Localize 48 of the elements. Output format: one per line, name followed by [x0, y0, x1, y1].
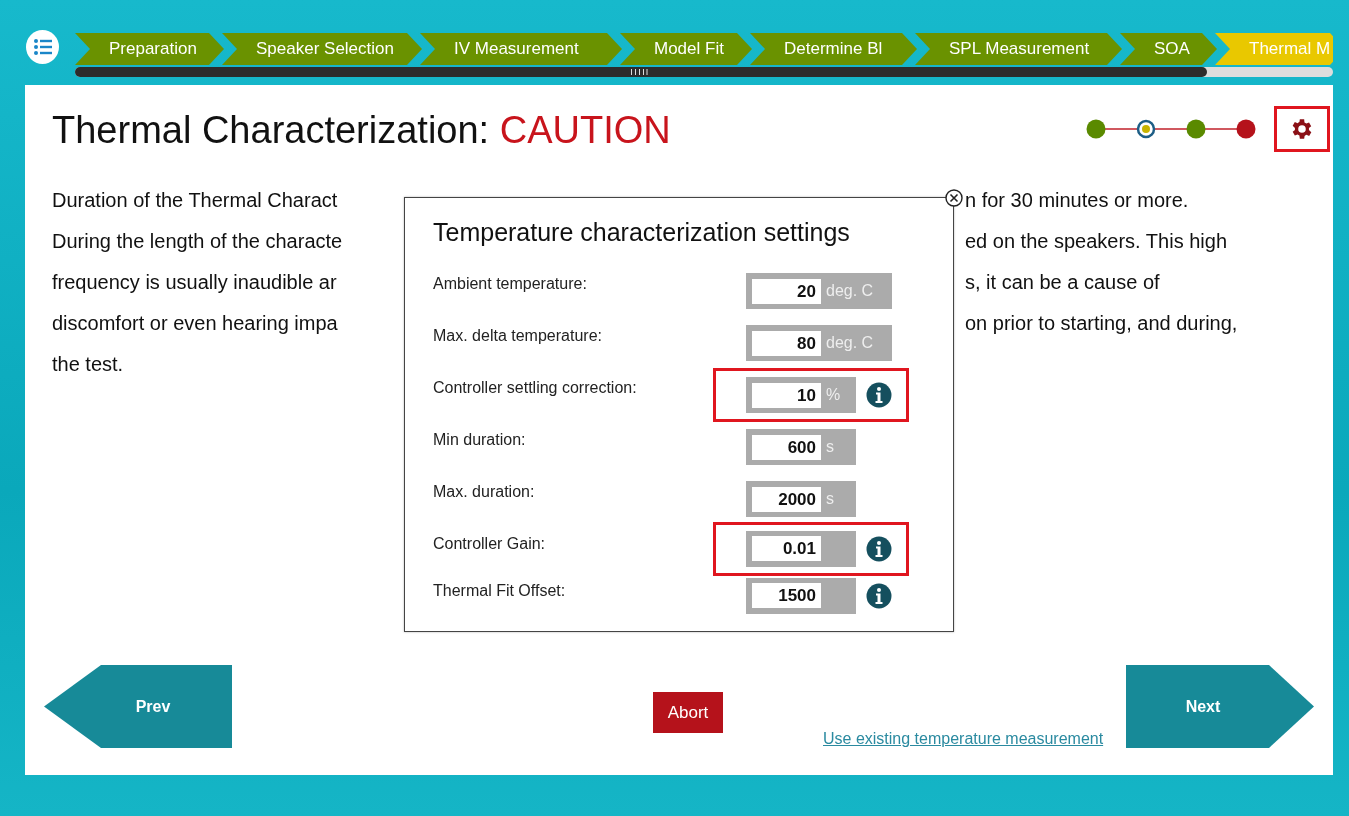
next-button[interactable]: Next — [1126, 665, 1314, 748]
paragraph-text: ed on the speakers. This high — [965, 230, 1228, 253]
wizard-step[interactable]: Model Fit — [620, 33, 752, 65]
wizard-step[interactable]: SOA — [1120, 33, 1217, 65]
wizard-step[interactable]: Speaker Selection — [222, 33, 422, 65]
menu-button[interactable] — [26, 30, 59, 64]
field-label: Ambient temperature: — [433, 274, 588, 293]
wizard-step[interactable]: Preparation — [75, 33, 224, 65]
info-icon[interactable] — [866, 582, 892, 609]
paragraph-text: the test. — [52, 353, 124, 376]
input-field[interactable]: 0.01 — [746, 530, 856, 567]
wizard-step[interactable]: IV Measurement — [420, 33, 622, 65]
prev-button[interactable]: Prev — [44, 665, 232, 748]
field-label: Controller Gain: — [433, 534, 547, 553]
wizard-step[interactable]: SPL Measurement — [915, 33, 1122, 65]
use-existing-measurement-link[interactable]: Use existing temperature measurement — [823, 730, 1104, 748]
input-field[interactable]: 600 s — [746, 429, 856, 465]
dialog-title: Temperature characterization settings — [433, 218, 851, 247]
field-label: Max. delta temperature: — [433, 326, 603, 345]
grip-icon[interactable] — [630, 69, 648, 75]
field-label: Min duration: — [433, 430, 527, 449]
paragraph-text: n for 30 minutes or more. — [965, 189, 1189, 212]
stage-dot[interactable] — [1086, 119, 1106, 138]
abort-button[interactable]: Abort — [653, 692, 723, 733]
input-field[interactable]: 20 deg. C — [746, 273, 892, 309]
paragraph-text: Duration of the Thermal Charact — [52, 189, 338, 212]
input-field[interactable]: 1500 — [746, 577, 856, 614]
paragraph-text: discomfort or even hearing impa — [52, 312, 338, 335]
paragraph-text: on prior to starting, and during, — [965, 312, 1238, 335]
input-field[interactable]: 2000 s — [746, 481, 856, 517]
paragraph-text: During the length of the characte — [52, 230, 343, 253]
info-icon[interactable] — [866, 382, 892, 408]
info-icon[interactable] — [866, 535, 892, 562]
settings-button[interactable] — [1274, 105, 1330, 152]
page-title: Thermal Characterization: CAUTION — [52, 109, 671, 152]
input-field[interactable]: 10 % — [746, 377, 856, 413]
field-label: Max. duration: — [433, 482, 536, 501]
close-icon[interactable] — [945, 189, 963, 207]
input-field[interactable]: 80 deg. C — [746, 325, 892, 361]
paragraph-text: s, it can be a cause of — [965, 271, 1160, 294]
menu-icon — [33, 39, 52, 55]
field-label: Controller settling correction: — [433, 378, 638, 397]
field-label: Thermal Fit Offset: — [433, 581, 567, 600]
wizard-step[interactable]: Determine Bl — [750, 33, 917, 65]
stage-dot[interactable] — [1236, 119, 1256, 138]
stage-dot[interactable] — [1186, 119, 1206, 138]
paragraph-text: frequency is usually inaudible ar — [52, 271, 337, 294]
current-stage-dot[interactable] — [1136, 119, 1156, 138]
